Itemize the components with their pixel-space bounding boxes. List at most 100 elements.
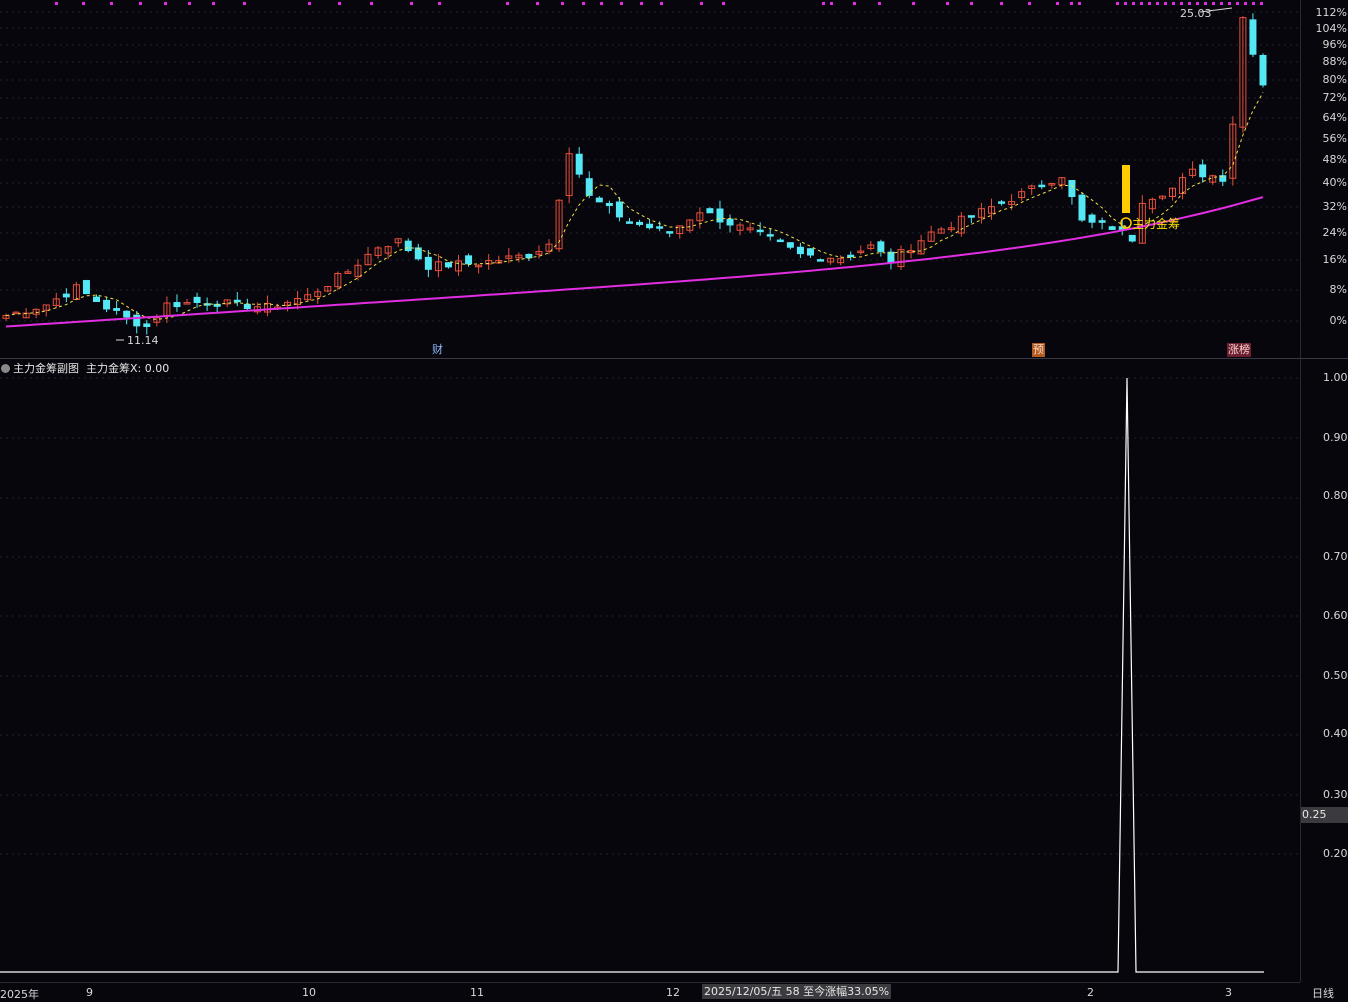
indicator-chart[interactable]: [0, 358, 1300, 982]
signal-dot: [561, 2, 564, 5]
signal-dot: [1172, 2, 1175, 5]
time-tick: 11: [470, 986, 484, 999]
candle-body: [575, 153, 583, 175]
axis-tick: 32%: [1322, 200, 1347, 213]
candle-body: [786, 242, 794, 248]
axis-tick: 64%: [1322, 111, 1347, 124]
candle-body: [646, 223, 654, 229]
candle-body: [414, 247, 422, 260]
signal-dot: [640, 2, 643, 5]
candle-body: [605, 202, 613, 206]
candle-body: [123, 310, 131, 318]
indicator-line: [0, 377, 1264, 973]
axis-tick: 0.80: [1323, 489, 1348, 502]
axis-tick: 112%: [1315, 6, 1347, 19]
candle-body: [525, 253, 533, 259]
candle-body: [193, 296, 201, 303]
signal-dot: [1148, 2, 1151, 5]
event-tag-forecast[interactable]: 预: [1032, 343, 1045, 357]
candle-body: [103, 299, 111, 310]
candle-body: [1078, 194, 1086, 221]
signal-dot: [1140, 2, 1143, 5]
signal-dot: [1236, 2, 1239, 5]
signal-bar: [1122, 165, 1130, 213]
signal-dot: [338, 2, 341, 5]
signal-dot: [1056, 2, 1059, 5]
candle-body: [766, 234, 774, 237]
candle-body: [444, 262, 452, 268]
time-tick: 10: [302, 986, 316, 999]
candle-body: [887, 251, 895, 263]
axis-tick: 0%: [1329, 314, 1347, 327]
time-tick: 2025年: [0, 988, 39, 1001]
signal-dot: [243, 2, 246, 5]
signal-dot: [1156, 2, 1159, 5]
signal-dot: [164, 2, 167, 5]
axis-tick: 56%: [1322, 132, 1347, 145]
price-percent-axis: 112% 104% 96% 88% 80% 72% 64% 56% 48% 40…: [1300, 0, 1348, 358]
signal-dot: [506, 2, 509, 5]
candle-body: [1088, 214, 1096, 223]
signal-dot: [600, 2, 603, 5]
candle-body: [847, 254, 855, 258]
time-tick: 2: [1087, 986, 1094, 999]
low-price-label: 11.14: [127, 334, 159, 347]
signal-dot: [1220, 2, 1223, 5]
signal-dot: [878, 2, 881, 5]
candle-body: [465, 255, 473, 265]
candle-body: [776, 239, 784, 243]
candle-body: [62, 293, 70, 298]
candle-body: [796, 246, 804, 255]
event-tag-financial[interactable]: 财: [431, 343, 444, 357]
main-price-chart[interactable]: [0, 0, 1300, 358]
candle-body: [666, 231, 674, 234]
axis-tick: 0.50: [1323, 669, 1348, 682]
cursor-date-readout: 2025/12/05/五 58 至今涨幅33.05%: [702, 984, 892, 999]
axis-tick: 0.60: [1323, 609, 1348, 622]
candle-body: [1038, 184, 1046, 188]
candle-body: [133, 314, 141, 327]
signal-dot: [722, 2, 725, 5]
candle-body: [233, 299, 241, 303]
signal-dot: [1070, 2, 1073, 5]
signal-dot: [582, 2, 585, 5]
event-tag-limit-up-list[interactable]: 涨榜: [1227, 343, 1251, 357]
candle-body: [998, 201, 1006, 204]
signal-dot: [82, 2, 85, 5]
long-moving-average: [5, 196, 1264, 328]
axis-tick: 104%: [1315, 22, 1347, 35]
time-tick: 12: [666, 986, 680, 999]
time-tick: 3: [1225, 986, 1232, 999]
signal-dot: [853, 2, 856, 5]
signal-dot: [438, 2, 441, 5]
candle-body: [716, 208, 724, 223]
candle-body: [585, 178, 593, 196]
axis-tick: 40%: [1322, 176, 1347, 189]
axis-tick: 16%: [1322, 253, 1347, 266]
candle-body: [756, 229, 764, 233]
candle-body: [817, 259, 825, 262]
signal-dot: [1252, 2, 1255, 5]
candle-body: [625, 221, 633, 224]
signal-dot: [1078, 2, 1081, 5]
axis-tick: 0.70: [1323, 550, 1348, 563]
candle-body: [1128, 234, 1136, 242]
signal-dot: [1124, 2, 1127, 5]
signal-dot: [1180, 2, 1183, 5]
signal-dot: [110, 2, 113, 5]
candle-body: [93, 296, 101, 303]
candle-body: [726, 218, 734, 226]
axis-tick: 96%: [1322, 38, 1347, 51]
signal-dot: [55, 2, 58, 5]
signal-dot: [139, 2, 142, 5]
candle-body: [1098, 220, 1106, 223]
time-axis[interactable]: 2025年 9 10 11 12 2 3: [0, 982, 1300, 1001]
current-value-badge: 0.25: [1301, 807, 1348, 823]
signal-dot: [1000, 2, 1003, 5]
candle-body: [806, 248, 814, 256]
signal-dot: [212, 2, 215, 5]
signal-dot: [822, 2, 825, 5]
candle-body: [113, 308, 121, 311]
candle-body: [404, 240, 412, 251]
candle-body: [82, 280, 90, 295]
